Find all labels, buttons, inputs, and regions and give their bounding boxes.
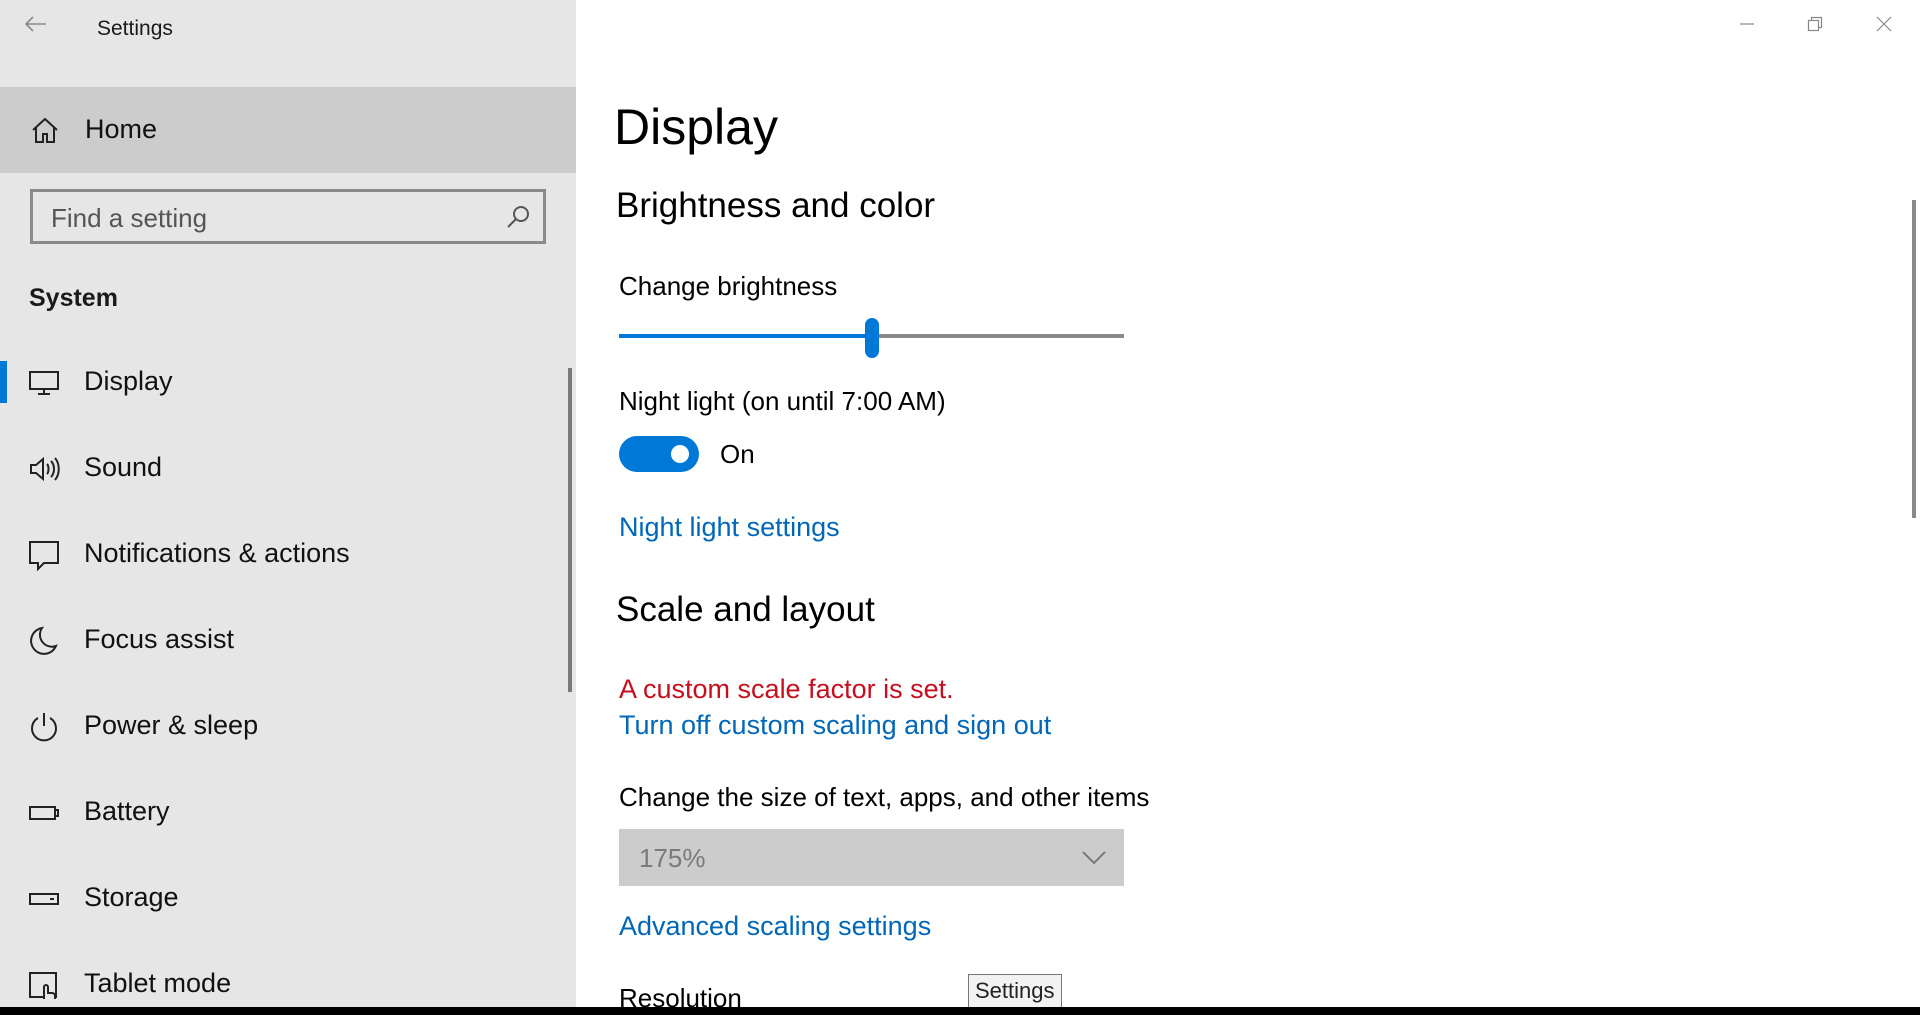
brightness-slider[interactable] xyxy=(619,318,1124,366)
back-arrow-icon xyxy=(25,16,46,32)
sidebar-item-battery[interactable]: Battery xyxy=(0,770,576,856)
sidebar-item-label: Focus assist xyxy=(84,624,235,654)
search-placeholder: Find a setting xyxy=(51,203,208,233)
sidebar-item-label: Battery xyxy=(84,796,170,826)
sidebar-item-display[interactable]: Display xyxy=(0,340,576,426)
tooltip: Settings xyxy=(968,974,1062,1007)
message-icon xyxy=(29,541,59,571)
power-icon xyxy=(31,713,57,742)
custom-scale-warning: A custom scale factor is set. xyxy=(619,674,954,704)
night-light-label: Night light (on until 7:00 AM) xyxy=(619,386,946,416)
battery-icon xyxy=(29,806,59,820)
brightness-slider-thumb[interactable] xyxy=(865,318,879,358)
monitor-icon xyxy=(29,371,59,395)
turn-off-custom-scaling-link[interactable]: Turn off custom scaling and sign out xyxy=(619,710,1051,741)
advanced-scaling-link[interactable]: Advanced scaling settings xyxy=(619,911,931,942)
scale-size-dropdown[interactable]: 175% xyxy=(619,829,1124,886)
scale-size-value: 175% xyxy=(639,843,706,873)
night-light-state: On xyxy=(720,439,755,469)
close-icon xyxy=(1876,16,1892,32)
settings-window: Settings Home Find a setting System Disp… xyxy=(0,0,1920,1007)
tablet-mode-icon xyxy=(29,972,57,999)
brightness-label: Change brightness xyxy=(619,271,838,301)
sidebar: Settings Home Find a setting System Disp… xyxy=(0,0,576,1007)
main-scrollbar[interactable] xyxy=(1912,200,1916,518)
sidebar-item-notifications[interactable]: Notifications & actions xyxy=(0,512,576,598)
restore-icon xyxy=(1807,16,1823,32)
system-group-title: System xyxy=(29,284,118,312)
sidebar-item-label: Power & sleep xyxy=(84,710,259,740)
storage-icon xyxy=(29,893,59,905)
minimize-button[interactable] xyxy=(1713,0,1781,48)
brightness-slider-track xyxy=(879,334,1124,338)
toggle-knob xyxy=(671,445,689,463)
sidebar-item-tablet-mode[interactable]: Tablet mode xyxy=(0,942,576,1007)
chevron-down-icon xyxy=(1082,851,1106,865)
close-button[interactable] xyxy=(1850,0,1918,48)
page-title: Display xyxy=(614,99,778,155)
sidebar-item-power-sleep[interactable]: Power & sleep xyxy=(0,684,576,770)
sidebar-item-label: Storage xyxy=(84,882,179,912)
sidebar-scrollbar[interactable] xyxy=(568,368,572,692)
night-light-toggle[interactable] xyxy=(619,436,699,472)
restore-button[interactable] xyxy=(1781,0,1849,48)
home-nav-item[interactable]: Home xyxy=(0,87,576,173)
sidebar-item-storage[interactable]: Storage xyxy=(0,856,576,942)
app-title: Settings xyxy=(97,17,173,40)
system-nav-list: Display Sound Notifications & actions Fo… xyxy=(0,340,576,1007)
search-input[interactable]: Find a setting xyxy=(30,189,546,244)
minimize-icon xyxy=(1740,23,1754,25)
sidebar-item-label: Notifications & actions xyxy=(84,538,350,568)
sidebar-item-focus-assist[interactable]: Focus assist xyxy=(0,598,576,684)
night-light-settings-link[interactable]: Night light settings xyxy=(619,512,840,543)
resolution-label: Resolution xyxy=(619,983,742,1007)
sidebar-item-label: Tablet mode xyxy=(84,968,232,998)
sidebar-item-label: Sound xyxy=(84,452,163,482)
brightness-section-title: Brightness and color xyxy=(616,186,936,225)
sidebar-item-label: Display xyxy=(84,366,173,396)
sidebar-item-sound[interactable]: Sound xyxy=(0,426,576,512)
brightness-slider-fill xyxy=(619,334,865,338)
back-button[interactable] xyxy=(18,6,54,42)
speaker-icon xyxy=(30,456,60,482)
moon-icon xyxy=(30,626,58,655)
search-icon xyxy=(507,206,529,228)
home-icon xyxy=(32,117,58,143)
home-label: Home xyxy=(85,114,158,144)
scale-size-label: Change the size of text, apps, and other… xyxy=(619,782,1150,812)
scale-section-title: Scale and layout xyxy=(616,590,875,629)
